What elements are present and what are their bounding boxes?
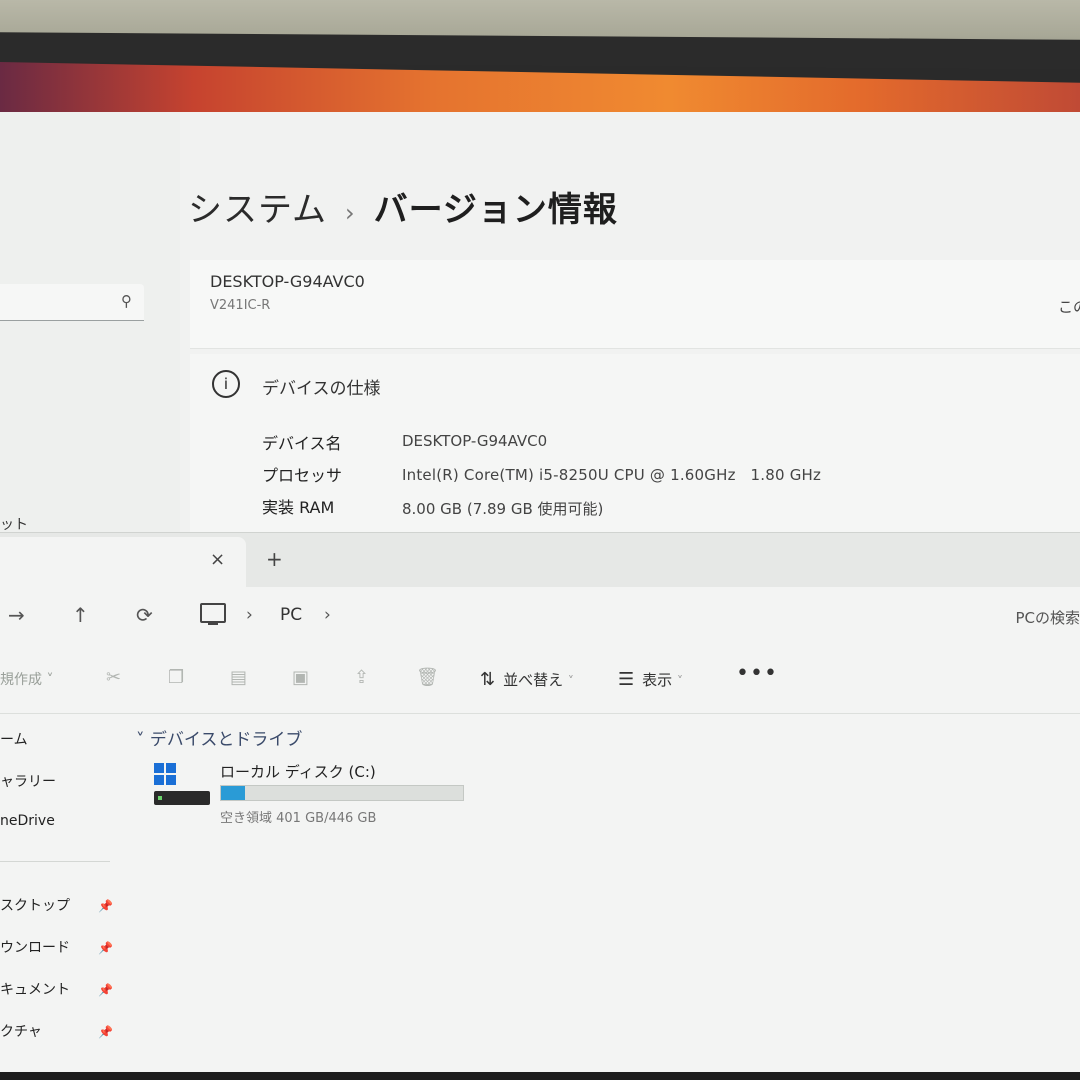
search-input[interactable]: PCの検索: [1015, 607, 1080, 628]
page-title: バージョン情報: [373, 190, 618, 230]
nav-item-desktop[interactable]: スクトップ: [0, 895, 70, 915]
view-icon: ☰: [618, 669, 635, 690]
windows-logo-icon: [154, 763, 176, 785]
device-card: DESKTOP-G94AVC0 V241IC-R この: [190, 260, 1080, 349]
rename-button[interactable]: この: [1058, 296, 1080, 317]
spec-label: デバイス名: [262, 434, 342, 453]
nav-item-home[interactable]: ーム: [0, 729, 28, 749]
nav-item-documents[interactable]: キュメント: [0, 979, 70, 999]
device-spec-card[interactable]: i デバイスの仕様 デバイス名 DESKTOP-G94AVC0 プロセッサ In…: [190, 354, 1080, 534]
sidebar-item-cut[interactable]: ット: [0, 514, 28, 534]
pin-icon[interactable]: 📌: [98, 1025, 113, 1039]
cut-icon[interactable]: ✂: [106, 667, 121, 688]
view-button[interactable]: ☰ 表示 ˅: [618, 669, 683, 690]
nav-item-gallery[interactable]: ャラリー: [0, 771, 56, 791]
chevron-right-icon[interactable]: ›: [246, 605, 253, 625]
new-button[interactable]: 規作成 ˅: [0, 669, 53, 689]
close-icon[interactable]: ×: [210, 549, 225, 570]
drive-usage-bar: [220, 785, 464, 801]
sort-button[interactable]: ⇅ 並べ替え ˅: [480, 669, 574, 690]
spec-label: 実装 RAM: [262, 498, 335, 517]
breadcrumb-parent[interactable]: システム: [188, 190, 327, 230]
view-label: 表示: [642, 671, 673, 689]
monitor-bottom-bezel: [0, 1072, 1080, 1080]
drive-free-space: 空き領域 401 GB/446 GB: [220, 811, 377, 826]
chevron-right-icon: ›: [344, 199, 356, 227]
settings-main: システム › バージョン情報 DESKTOP-G94AVC0 V241IC-R この…: [180, 112, 1080, 534]
screen: ⚲ ット システム › バージョン情報 DESKTOP-G94AVC0 V241IC…: [0, 112, 1080, 1075]
forward-icon[interactable]: →: [8, 603, 25, 627]
up-icon[interactable]: ↑: [72, 603, 89, 627]
refresh-icon[interactable]: ⟳: [136, 603, 153, 627]
spec-value: Intel(R) Core(TM) i5-8250U CPU @ 1.60GHz…: [402, 466, 822, 484]
monitor-icon[interactable]: [200, 603, 226, 625]
device-model: V241IC-R: [210, 298, 271, 313]
breadcrumb: システム › バージョン情報: [188, 182, 618, 231]
address-pc[interactable]: PC: [280, 605, 302, 625]
sort-icon: ⇅: [480, 669, 496, 690]
drive-usage-fill: [221, 786, 246, 800]
chevron-down-icon: ˅: [567, 674, 574, 688]
settings-sidebar: ⚲ ット: [0, 112, 180, 534]
drive-icon[interactable]: [154, 763, 210, 807]
more-options-button[interactable]: •••: [736, 661, 778, 686]
spec-section-title: デバイスの仕様: [262, 379, 381, 399]
file-explorer-window: × + → ↑ ⟳ › PC › PCの検索 規作成 ˅ ✂ ❐ ▤ ▣ ⇪ 🗑…: [0, 532, 1080, 1075]
divider: [0, 861, 110, 862]
copy-icon[interactable]: ❐: [168, 667, 184, 688]
delete-icon[interactable]: 🗑: [416, 667, 439, 688]
hard-drive-icon: [154, 791, 210, 805]
info-icon: i: [212, 370, 240, 398]
search-icon[interactable]: ⚲: [121, 292, 132, 310]
spec-value: 8.00 GB (7.89 GB 使用可能): [402, 500, 604, 518]
share-icon[interactable]: ⇪: [354, 667, 369, 688]
navigation-pane: ーム ャラリー neDrive スクトップ 📌 ウンロード 📌 キュメント 📌 …: [0, 713, 124, 1075]
nav-item-onedrive[interactable]: neDrive: [0, 813, 55, 829]
device-hostname: DESKTOP-G94AVC0: [210, 272, 365, 291]
pin-icon[interactable]: 📌: [98, 941, 113, 955]
group-header-devices-drives[interactable]: ˅ デバイスとドライブ: [136, 725, 302, 750]
command-bar: 規作成 ˅ ✂ ❐ ▤ ▣ ⇪ 🗑 ⇅ 並べ替え ˅ ☰ 表示 ˅ •••: [0, 645, 1080, 714]
content-pane: ˅ デバイスとドライブ ローカル ディスク (C:) 空き領域 401 GB/4…: [130, 713, 1080, 1075]
nav-item-pictures[interactable]: クチャ: [0, 1021, 42, 1041]
spec-label: プロセッサ: [262, 466, 343, 485]
chevron-down-icon: ˅: [676, 674, 683, 688]
new-tab-button[interactable]: +: [266, 547, 283, 571]
tab-bar: × +: [0, 533, 1080, 587]
rename-icon[interactable]: ▣: [292, 667, 309, 688]
spec-value: DESKTOP-G94AVC0: [402, 432, 548, 450]
drive-name[interactable]: ローカル ディスク (C:): [220, 761, 376, 782]
address-bar-row: → ↑ ⟳ › PC › PCの検索: [0, 587, 1080, 646]
pin-icon[interactable]: 📌: [98, 899, 113, 913]
pin-icon[interactable]: 📌: [98, 983, 113, 997]
chevron-right-icon[interactable]: ›: [324, 605, 331, 625]
sort-label: 並べ替え: [503, 671, 564, 689]
paste-icon[interactable]: ▤: [230, 667, 247, 688]
nav-item-downloads[interactable]: ウンロード: [0, 937, 70, 957]
settings-search-box[interactable]: ⚲: [0, 284, 144, 321]
